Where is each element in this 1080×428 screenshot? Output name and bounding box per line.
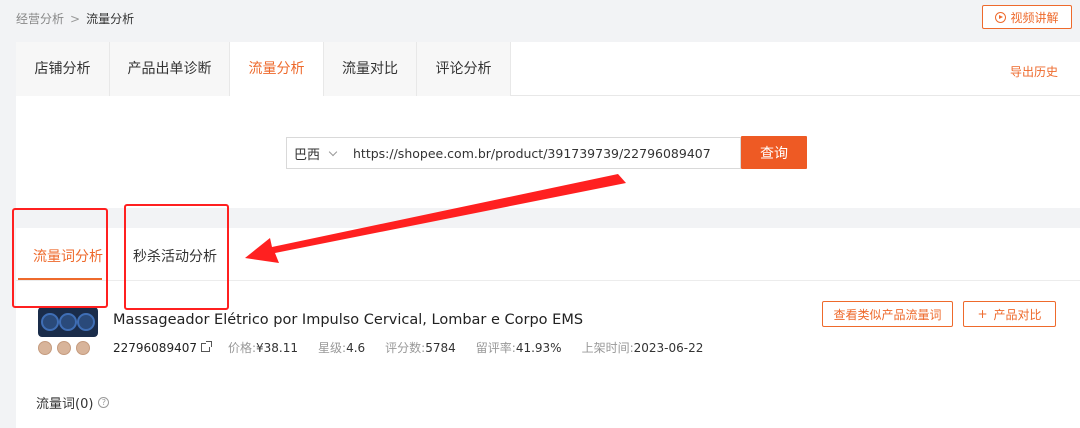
annotation-arrow <box>245 174 626 263</box>
